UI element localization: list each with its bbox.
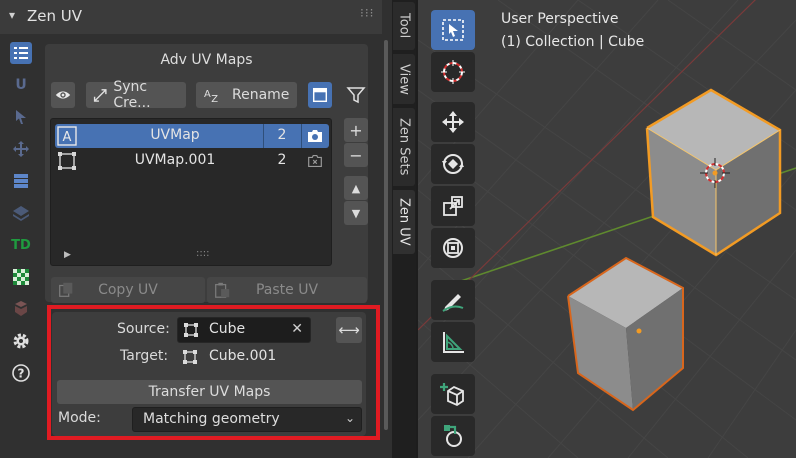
measure-tool[interactable] <box>431 322 475 362</box>
select-box-tool[interactable] <box>431 10 475 50</box>
visibility-toggle-button[interactable] <box>51 82 75 108</box>
add-cube-icon <box>440 383 464 407</box>
scale-tool[interactable] <box>431 186 475 226</box>
uv-icon[interactable]: U <box>10 74 32 96</box>
uv-active-render-icon[interactable]: A <box>57 126 77 146</box>
move-icon <box>442 111 464 133</box>
svg-text:A: A <box>204 89 211 100</box>
panel-title: Zen UV <box>27 7 83 25</box>
zen-uv-icon-bar: U TD ? <box>0 36 42 436</box>
scale-icon <box>443 196 463 216</box>
spin-icon <box>444 425 462 447</box>
tab-view[interactable]: View <box>393 54 415 104</box>
copy-icon <box>59 282 73 297</box>
rename-label: Rename <box>232 87 290 103</box>
sidebar-tabs: Tool View Zen Sets Zen UV <box>392 0 416 458</box>
collapse-icon[interactable]: ▾ <box>9 8 15 22</box>
tab-zen-sets[interactable]: Zen Sets <box>393 108 415 186</box>
display-uv-button[interactable] <box>308 82 332 108</box>
tab-tool[interactable]: Tool <box>393 2 415 50</box>
tab-zen-uv[interactable]: Zen UV <box>393 190 415 254</box>
tool-shelf <box>429 8 477 458</box>
stack-icon[interactable] <box>10 298 32 320</box>
rename-button[interactable]: AZ Rename <box>196 82 297 108</box>
remove-uv-map-button[interactable]: − <box>344 143 368 167</box>
svg-text:Z: Z <box>211 94 218 104</box>
checker-icon[interactable] <box>10 266 32 288</box>
sync-arrows-icon <box>93 89 107 102</box>
window-icon <box>312 87 328 103</box>
cursor-icon <box>441 60 465 84</box>
paste-uv-button[interactable]: Paste UV <box>207 277 367 303</box>
camera-icon[interactable] <box>303 125 327 147</box>
panel-header[interactable]: ▾ Zen UV ⁝⁝⁝ <box>0 0 382 34</box>
texel-density-icon[interactable]: TD <box>10 234 32 256</box>
move-tool[interactable] <box>431 102 475 142</box>
svg-text:?: ? <box>18 367 25 381</box>
drag-grip-icon[interactable]: ⁝⁝⁝ <box>360 6 374 20</box>
move-up-button[interactable]: ▲ <box>344 176 368 200</box>
camera-inactive-icon[interactable] <box>303 150 327 172</box>
uv-map-name: UVMap <box>150 127 200 143</box>
uv-map-count: 2 <box>277 127 287 143</box>
viewport-perspective-label: User Perspective <box>501 11 619 27</box>
adv-uv-maps-title: Adv UV Maps <box>160 52 253 68</box>
highlight-box <box>47 305 380 440</box>
transform-icon[interactable] <box>10 138 32 160</box>
transform-icon <box>443 238 463 258</box>
spin-tool[interactable] <box>431 416 475 456</box>
transform-tool[interactable] <box>431 228 475 268</box>
filter-button[interactable] <box>344 82 368 108</box>
eye-icon <box>55 91 71 99</box>
uv-map-list[interactable]: A UVMap 2 UVMap.001 2 <box>50 118 332 266</box>
adv-uv-maps-icon[interactable] <box>10 170 32 192</box>
3d-viewport[interactable]: User Perspective (1) Collection | Cube <box>418 0 796 458</box>
move-down-button[interactable]: ▼ <box>344 201 368 225</box>
uv-map-type-icon[interactable] <box>57 151 77 171</box>
sync-create-button[interactable]: Sync Cre... <box>86 79 186 111</box>
annotate-icon <box>442 294 464 312</box>
paste-icon <box>215 282 230 298</box>
viewport-collection-label: (1) Collection | Cube <box>501 34 645 50</box>
sync-create-label: Sync Cre... <box>113 79 151 111</box>
help-icon[interactable]: ? <box>10 362 32 384</box>
measure-icon <box>443 332 464 353</box>
paste-uv-label: Paste UV <box>255 282 319 298</box>
add-uv-map-button[interactable]: + <box>344 118 368 142</box>
uv-map-row-uvmap[interactable]: A UVMap 2 <box>55 124 329 148</box>
rename-az-icon: AZ <box>204 89 218 104</box>
layers-icon[interactable] <box>10 202 32 224</box>
rotate-icon <box>442 154 464 174</box>
filter-icon <box>346 87 366 104</box>
uv-map-row-uvmap001[interactable]: UVMap.001 2 <box>55 149 329 173</box>
uv-map-count: 2 <box>277 152 287 168</box>
rotate-tool[interactable] <box>431 144 475 184</box>
list-expand-icon[interactable]: ▶ <box>64 250 71 260</box>
annotate-tool[interactable] <box>431 280 475 320</box>
add-cube-tool[interactable] <box>431 374 475 414</box>
uv-map-name: UVMap.001 <box>134 152 216 168</box>
settings-icon[interactable] <box>10 330 32 352</box>
select-icon[interactable] <box>10 106 32 128</box>
zen-uv-panel: ▾ Zen UV ⁝⁝⁝ U TD ? Adv UV Maps Sync Cre… <box>0 0 392 458</box>
select-box-icon <box>442 19 464 41</box>
zen-uv-menu-icon[interactable] <box>10 42 32 64</box>
svg-text:A: A <box>63 130 72 145</box>
panel-scrollbar[interactable] <box>384 40 388 430</box>
copy-uv-label: Copy UV <box>98 282 158 298</box>
cursor-tool[interactable] <box>431 52 475 92</box>
copy-uv-button[interactable]: Copy UV <box>51 277 205 303</box>
cube-001-object <box>567 256 684 412</box>
list-resize-grip-icon[interactable]: :::: <box>196 248 209 259</box>
